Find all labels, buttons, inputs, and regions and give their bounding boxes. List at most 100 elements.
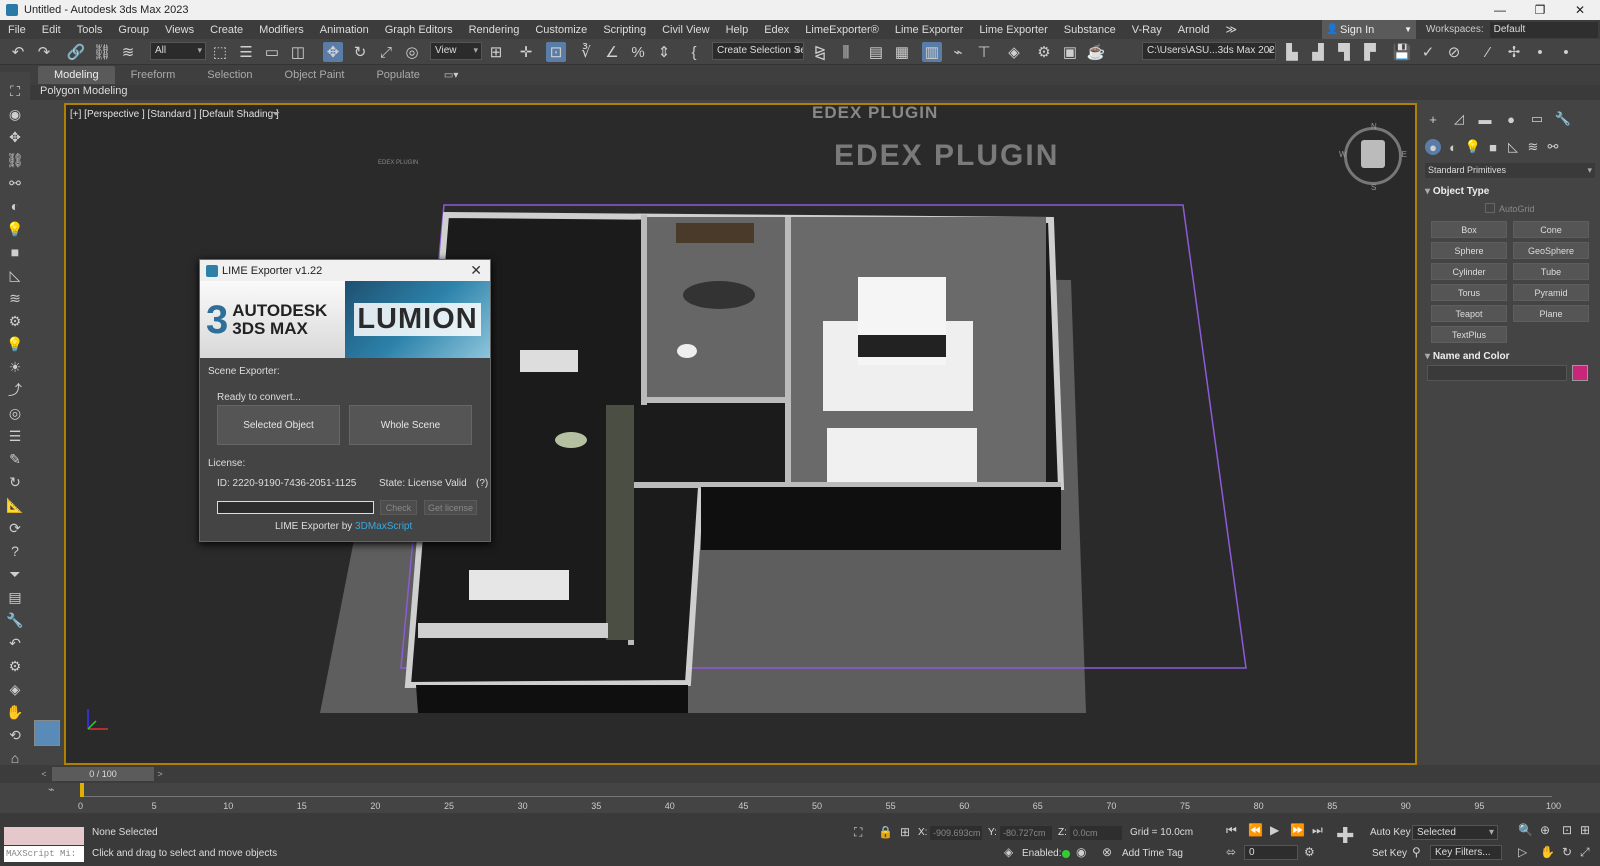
primitive-torus-button[interactable]: Torus xyxy=(1431,284,1507,301)
left-light-bulb-icon[interactable]: 💡 xyxy=(4,333,26,355)
primitive-category-dropdown[interactable]: Standard Primitives xyxy=(1425,163,1595,178)
key-filter-icon[interactable]: ⚲ xyxy=(1412,845,1421,859)
mini-curve-editor-icon[interactable]: ⌁ xyxy=(48,783,55,796)
left-measure-icon[interactable]: 📐 xyxy=(4,494,26,516)
primitive-sphere-button[interactable]: Sphere xyxy=(1431,242,1507,259)
menu-item-lime-exporter[interactable]: Lime Exporter xyxy=(887,24,971,36)
rendered-frame-icon[interactable]: ▣ xyxy=(1060,42,1080,62)
cameras-icon[interactable]: ■ xyxy=(1485,139,1501,155)
enabled-indicator-icon[interactable] xyxy=(1062,850,1070,858)
whole-scene-button[interactable]: Whole Scene xyxy=(349,405,472,445)
time-config-icon[interactable]: ◉ xyxy=(1076,845,1086,859)
toggle-layer-explorer-icon[interactable]: ▦ xyxy=(892,42,912,62)
edit-named-selection-icon[interactable]: { xyxy=(684,42,704,62)
left-spacewarp-icon[interactable]: ≋ xyxy=(4,287,26,309)
viewcube[interactable]: N W E S xyxy=(1339,122,1407,192)
left-paint-icon[interactable]: ✎ xyxy=(4,448,26,470)
primitive-pyramid-button[interactable]: Pyramid xyxy=(1513,284,1589,301)
left-undo-view-icon[interactable]: ↶ xyxy=(4,632,26,654)
tool-icon-d[interactable]: • xyxy=(1556,42,1576,62)
keyboard-shortcut-icon[interactable]: ⊡ xyxy=(546,42,566,62)
play-icon[interactable]: ▶ xyxy=(1270,823,1279,837)
left-filter-icon[interactable]: ⏷ xyxy=(4,563,26,585)
footer-link[interactable]: 3DMaxScript xyxy=(355,521,412,532)
adaptive-degradation-icon[interactable]: ◈ xyxy=(1004,845,1013,859)
object-name-field[interactable] xyxy=(1427,365,1567,381)
vray-icon-2[interactable]: ▟ xyxy=(1308,42,1328,62)
link-icon[interactable]: 🔗 xyxy=(66,42,86,62)
primitive-plane-button[interactable]: Plane xyxy=(1513,305,1589,322)
left-helper-icon[interactable]: ◺ xyxy=(4,264,26,286)
primitive-teapot-button[interactable]: Teapot xyxy=(1431,305,1507,322)
left-settings-icon[interactable]: ⚙ xyxy=(4,655,26,677)
license-input[interactable] xyxy=(217,501,374,514)
add-time-tag[interactable]: Add Time Tag xyxy=(1122,848,1183,859)
set-key-big-icon[interactable]: ✚ xyxy=(1336,823,1362,849)
menu-item-rendering[interactable]: Rendering xyxy=(461,24,528,36)
fov-icon[interactable]: ▷ xyxy=(1518,845,1527,859)
primitive-cylinder-button[interactable]: Cylinder xyxy=(1431,263,1507,280)
window-crossing-icon[interactable]: ◫ xyxy=(288,42,308,62)
maxscript-listener[interactable] xyxy=(4,827,84,845)
create-tab-icon[interactable]: + xyxy=(1425,111,1441,127)
zoom-extents-icon[interactable]: ⊡ xyxy=(1562,823,1572,837)
menu-item-tools[interactable]: Tools xyxy=(69,24,111,36)
menu-item-limeexporter-[interactable]: LimeExporter® xyxy=(797,24,887,36)
ribbon-tab-object-paint[interactable]: Object Paint xyxy=(269,66,361,84)
geometry-icon[interactable]: ● xyxy=(1425,139,1441,155)
autogrid-checkbox[interactable]: AutoGrid xyxy=(1485,203,1535,214)
ribbon-tab-modeling[interactable]: Modeling xyxy=(38,66,115,84)
restore-icon[interactable]: ❐ xyxy=(1520,0,1560,20)
primitive-geosphere-button[interactable]: GeoSphere xyxy=(1513,242,1589,259)
menu-item-animation[interactable]: Animation xyxy=(312,24,377,36)
snaps-toggle-icon[interactable]: ∛ xyxy=(576,42,596,62)
left-info-icon[interactable]: ? xyxy=(4,540,26,562)
tool-icon-b[interactable]: ✢ xyxy=(1504,42,1524,62)
select-by-name-icon[interactable]: ☰ xyxy=(236,42,256,62)
utilities-tab-icon[interactable]: 🔧 xyxy=(1555,111,1571,127)
align-icon[interactable]: ⫼ xyxy=(836,42,856,62)
time-tag-icon[interactable]: ⊗ xyxy=(1102,845,1112,859)
tool-icon-a[interactable]: ⁄ xyxy=(1478,42,1498,62)
ref-coord-dropdown[interactable]: View xyxy=(430,42,482,60)
shapes-icon[interactable]: ◐ xyxy=(1445,139,1461,155)
dialog-title-bar[interactable]: LIME Exporter v1.22 ✕ xyxy=(200,260,490,281)
transform-mode-icon[interactable]: ⊞ xyxy=(900,825,910,839)
timeline-track[interactable] xyxy=(82,783,1552,797)
left-orbit-icon[interactable]: ⟳ xyxy=(4,517,26,539)
selected-object-button[interactable]: Selected Object xyxy=(217,405,340,445)
spinner-snap-icon[interactable]: ⇕ xyxy=(654,42,674,62)
primitive-textplus-button[interactable]: TextPlus xyxy=(1431,326,1507,343)
polygon-modeling-label[interactable]: Polygon Modeling xyxy=(40,85,127,97)
time-slider[interactable]: 0 / 100 xyxy=(52,767,154,781)
pivot-icon[interactable]: ⊞ xyxy=(486,42,506,62)
ribbon-tab-selection[interactable]: Selection xyxy=(191,66,268,84)
schematic-view-icon[interactable]: ⊤ xyxy=(974,42,994,62)
angle-snap-icon[interactable]: ∠ xyxy=(602,42,622,62)
left-list-icon[interactable]: ☰ xyxy=(4,425,26,447)
toggle-ribbon-icon[interactable]: ▥ xyxy=(922,42,942,62)
select-object-icon[interactable]: ⬚ xyxy=(210,42,230,62)
set-key-button[interactable]: Set Key xyxy=(1372,848,1407,859)
left-create-icon[interactable]: ⛶ xyxy=(4,80,26,102)
left-arrow-icon[interactable]: ⤴ xyxy=(4,379,26,401)
menu-item-arnold[interactable]: Arnold xyxy=(1170,24,1218,36)
undo-icon[interactable]: ↶ xyxy=(8,42,28,62)
left-sun-icon[interactable]: ☀ xyxy=(4,356,26,378)
rect-region-icon[interactable]: ▭ xyxy=(262,42,282,62)
menu-item-views[interactable]: Views xyxy=(157,24,202,36)
ribbon-options-icon[interactable]: ▭▾ xyxy=(444,70,458,81)
move-icon[interactable]: ✥ xyxy=(323,42,343,62)
hierarchy-tab-icon[interactable]: ▬ xyxy=(1477,111,1493,127)
next-key-icon[interactable]: ⏩ xyxy=(1290,823,1305,837)
place-icon[interactable]: ◎ xyxy=(402,42,422,62)
menu-item-scripting[interactable]: Scripting xyxy=(595,24,654,36)
current-frame-field[interactable]: 0 xyxy=(1244,845,1298,860)
menu-item-group[interactable]: Group xyxy=(110,24,157,36)
vray-icon-3[interactable]: ▜ xyxy=(1334,42,1354,62)
maximize-viewport-icon[interactable]: ⤢ xyxy=(1580,845,1590,860)
y-coord-field[interactable]: -80.727cm xyxy=(1000,826,1052,840)
key-mode-icon[interactable]: ⬄ xyxy=(1226,845,1236,859)
menu-item-edit[interactable]: Edit xyxy=(34,24,69,36)
ribbon-tab-freeform[interactable]: Freeform xyxy=(115,66,192,84)
